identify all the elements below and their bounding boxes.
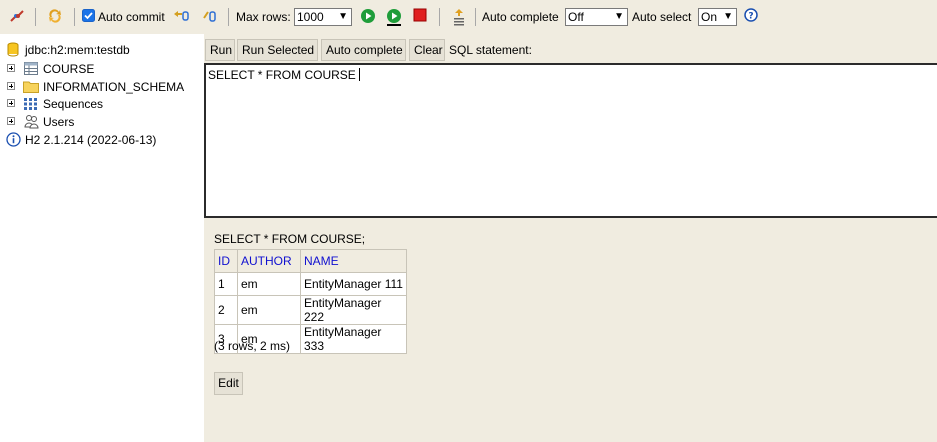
- auto-commit-checkbox[interactable]: [82, 9, 95, 25]
- auto-select-select[interactable]: On ▼: [698, 8, 737, 26]
- expand-icon[interactable]: [7, 64, 15, 72]
- help-icon[interactable]: ?: [744, 8, 758, 25]
- result-query: SELECT * FROM COURSE;: [214, 232, 366, 246]
- auto-complete-label: Auto complete: [482, 10, 559, 24]
- chevron-down-icon: ▼: [614, 11, 624, 22]
- sql-editor-text: SELECT * FROM COURSE: [208, 68, 356, 82]
- result-status: (3 rows, 2 ms): [214, 339, 291, 353]
- refresh-icon[interactable]: [47, 8, 63, 27]
- table-icon: [24, 62, 38, 78]
- tree-item-label: COURSE: [43, 62, 95, 76]
- users-icon: [24, 114, 39, 132]
- toolbar-separator: [439, 8, 440, 26]
- tree-item-label: Sequences: [43, 97, 104, 111]
- tree-connection-label: jdbc:h2:mem:testdb: [25, 43, 130, 57]
- auto-select-label: Auto select: [632, 10, 692, 24]
- commit-icon[interactable]: [202, 8, 218, 27]
- run-icon[interactable]: [360, 8, 376, 27]
- database-icon: [7, 42, 19, 60]
- tree-version: H2 2.1.214 (2022-06-13): [0, 132, 200, 148]
- table-cell: 2: [214, 295, 238, 325]
- expand-icon[interactable]: [7, 82, 15, 90]
- table-row: 2 em EntityManager 222: [214, 295, 407, 325]
- toolbar-separator: [475, 8, 476, 26]
- disconnect-icon[interactable]: [9, 8, 25, 27]
- table-row: 1 em EntityManager 111: [214, 272, 407, 296]
- toolbar-separator: [35, 8, 36, 26]
- table-cell: EntityManager 111: [300, 272, 407, 296]
- run-selected-icon[interactable]: [386, 8, 402, 29]
- object-tree: jdbc:h2:mem:testdb COURSE INFORMATION_SC…: [0, 34, 204, 442]
- history-icon[interactable]: [451, 8, 467, 29]
- table-cell: em: [237, 272, 301, 296]
- toolbar-separator: [228, 8, 229, 26]
- chevron-down-icon: ▼: [338, 11, 348, 22]
- auto-complete-button[interactable]: Auto complete: [321, 39, 406, 61]
- table-header-row: ID AUTHOR NAME: [214, 249, 407, 273]
- clear-button[interactable]: Clear: [409, 39, 445, 61]
- max-rows-select[interactable]: 1000 ▼: [294, 8, 352, 26]
- auto-complete-select[interactable]: Off ▼: [565, 8, 628, 26]
- tree-item-information-schema[interactable]: INFORMATION_SCHEMA: [0, 79, 200, 95]
- auto-commit-label: Auto commit: [98, 10, 165, 24]
- column-header[interactable]: ID: [214, 249, 238, 273]
- sequence-icon: [24, 98, 38, 113]
- tree-item-users[interactable]: Users: [0, 114, 200, 130]
- tree-item-course[interactable]: COURSE: [0, 61, 200, 77]
- sql-editor[interactable]: SELECT * FROM COURSE: [204, 63, 937, 218]
- tree-item-sequences[interactable]: Sequences: [0, 96, 200, 112]
- expand-icon[interactable]: [7, 99, 15, 107]
- table-cell: EntityManager 222: [300, 295, 407, 325]
- version-label: H2 2.1.214 (2022-06-13): [25, 133, 157, 147]
- auto-select-value: On: [701, 10, 718, 24]
- run-selected-button[interactable]: Run Selected: [237, 39, 318, 61]
- info-icon: [6, 132, 21, 150]
- auto-complete-value: Off: [568, 10, 584, 24]
- tree-connection[interactable]: jdbc:h2:mem:testdb: [0, 42, 200, 58]
- toolbar-separator: [74, 8, 75, 26]
- rollback-icon[interactable]: [172, 8, 190, 27]
- folder-icon: [23, 80, 39, 96]
- run-button[interactable]: Run: [205, 39, 235, 61]
- toolbar: Auto commit Max rows: 1000 ▼ Auto comple…: [0, 0, 937, 34]
- tree-item-label: Users: [43, 115, 75, 129]
- sql-statement-label: SQL statement:: [449, 43, 532, 57]
- column-header[interactable]: AUTHOR: [237, 249, 301, 273]
- edit-button[interactable]: Edit: [214, 372, 243, 395]
- table-cell: em: [237, 295, 301, 325]
- column-header[interactable]: NAME: [300, 249, 407, 273]
- query-panel: Run Run Selected Auto complete Clear SQL…: [204, 34, 937, 442]
- stop-icon[interactable]: [413, 8, 427, 25]
- chevron-down-icon: ▼: [723, 11, 733, 22]
- tree-item-label: INFORMATION_SCHEMA: [43, 80, 185, 94]
- text-caret: [358, 68, 360, 81]
- help-icon-glyph: ?: [748, 12, 753, 22]
- table-cell: EntityManager 333: [300, 324, 407, 354]
- max-rows-value: 1000: [297, 10, 324, 24]
- table-cell: 1: [214, 272, 238, 296]
- expand-icon[interactable]: [7, 117, 15, 125]
- max-rows-label: Max rows:: [236, 10, 291, 24]
